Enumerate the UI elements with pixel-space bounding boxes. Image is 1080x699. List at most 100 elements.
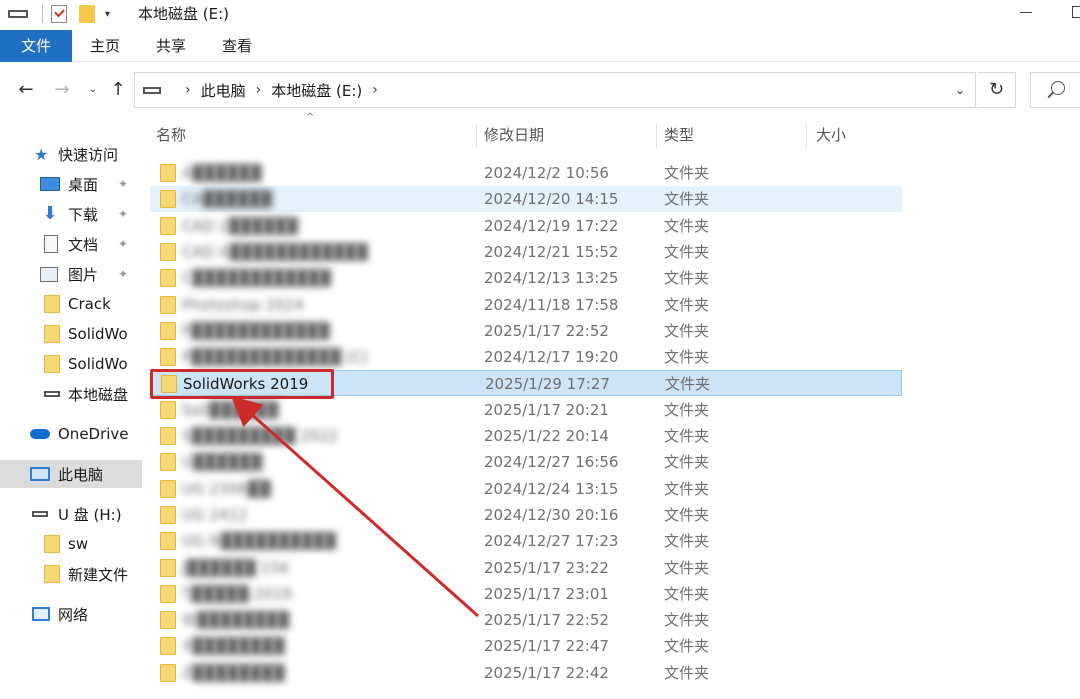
table-row[interactable]: Z████████ 2025/1/17 22:42 文件夹 bbox=[150, 660, 902, 686]
back-button[interactable]: ← bbox=[14, 76, 38, 104]
pin-icon[interactable]: ✦ bbox=[118, 177, 128, 191]
folder-icon bbox=[160, 427, 176, 445]
customize-toolbar-icon[interactable]: ▾ bbox=[105, 9, 110, 20]
file-modified-date: 2025/1/17 22:52 bbox=[484, 611, 609, 629]
address-bar[interactable]: › 此电脑 › 本地磁盘 (E:) › ⌄ bbox=[134, 72, 976, 108]
sidebar-item-network[interactable]: 网络 bbox=[0, 600, 142, 628]
file-name: P█████████████ (C) bbox=[182, 348, 368, 366]
table-row[interactable]: Photoshop 2024 2024/11/18 17:58 文件夹 bbox=[150, 292, 902, 318]
window-title: 本地磁盘 (E:) bbox=[138, 5, 230, 23]
tab-file[interactable]: 文件 bbox=[0, 30, 72, 62]
drive-icon bbox=[143, 86, 161, 94]
sidebar-item-crack[interactable]: Crack bbox=[0, 290, 142, 318]
file-modified-date: 2025/1/17 20:21 bbox=[484, 401, 609, 419]
file-name: J██████ 156 bbox=[182, 559, 290, 577]
file-modified-date: 2024/11/18 17:58 bbox=[484, 296, 619, 314]
table-row[interactable]: S█████████ 2022 2025/1/22 20:14 文件夹 bbox=[150, 423, 902, 449]
column-header-size[interactable]: 大小 bbox=[816, 118, 896, 152]
folder-icon bbox=[160, 585, 176, 603]
sidebar-item-desktop[interactable]: 桌面 ✦ bbox=[0, 170, 142, 198]
recent-locations-button[interactable]: ⌄ bbox=[86, 76, 100, 104]
folder-icon bbox=[160, 296, 176, 314]
navigation-pane: ★ 快速访问 桌面 ✦ ⬇ 下载 ✦ 文档 ✦ 图片 ✦ Crack Solid… bbox=[0, 136, 142, 699]
table-row[interactable]: P█████████████ (C) 2024/12/17 19:20 文件夹 bbox=[150, 344, 902, 370]
sidebar-item-label: 本地磁盘 bbox=[68, 385, 129, 404]
table-row[interactable]: A██████ 2024/12/2 10:56 文件夹 bbox=[150, 160, 902, 186]
new-folder-icon[interactable] bbox=[79, 5, 95, 23]
table-row[interactable]: P████████████ 2025/1/17 22:52 文件夹 bbox=[150, 318, 902, 344]
column-header-type[interactable]: 类型 bbox=[664, 118, 804, 152]
folder-icon bbox=[44, 565, 60, 583]
breadcrumb-separator[interactable]: › bbox=[372, 82, 378, 98]
forward-button[interactable]: → bbox=[50, 76, 74, 104]
sidebar-item-usb-drive[interactable]: U 盘 (H:) bbox=[0, 500, 142, 528]
file-type: 文件夹 bbox=[664, 322, 710, 340]
up-button[interactable]: ↑ bbox=[106, 76, 130, 104]
table-row[interactable]: J██████ 156 2025/1/17 23:22 文件夹 bbox=[150, 555, 902, 581]
properties-icon[interactable] bbox=[51, 5, 67, 23]
folder-icon bbox=[44, 355, 60, 373]
table-row[interactable]: CAD 2██████ 2024/12/19 17:22 文件夹 bbox=[150, 213, 902, 239]
sidebar-item-label: 文档 bbox=[68, 235, 99, 254]
table-row[interactable]: UG N██████████ 2024/12/27 17:23 文件夹 bbox=[150, 528, 902, 554]
column-header-name[interactable]: 名称 bbox=[156, 118, 476, 152]
pin-icon[interactable]: ✦ bbox=[118, 237, 128, 251]
drive-icon[interactable] bbox=[8, 10, 28, 18]
breadcrumb-separator[interactable]: › bbox=[256, 82, 262, 98]
folder-icon bbox=[160, 664, 176, 682]
sidebar-item-new-folder[interactable]: 新建文件 bbox=[0, 560, 142, 588]
file-name: UG 2306██ bbox=[182, 480, 271, 498]
file-modified-date: 2024/12/27 17:23 bbox=[484, 532, 619, 550]
search-input[interactable] bbox=[1030, 72, 1080, 108]
table-row[interactable]: T█████ 2019 2025/1/17 23:01 文件夹 bbox=[150, 581, 902, 607]
breadcrumb-local-disk[interactable]: 本地磁盘 (E:) bbox=[271, 80, 362, 101]
table-row[interactable]: C████████████ 2024/12/13 13:25 文件夹 bbox=[150, 265, 902, 291]
usb-drive-icon bbox=[32, 511, 48, 517]
refresh-button[interactable]: ↻ bbox=[978, 72, 1016, 108]
file-type: 文件夹 bbox=[664, 611, 710, 629]
table-row[interactable]: UG 2412 2024/12/30 20:16 文件夹 bbox=[150, 502, 902, 528]
chevron-down-icon[interactable]: ⌄ bbox=[951, 79, 969, 101]
table-row[interactable]: U██████ 2024/12/27 16:56 文件夹 bbox=[150, 449, 902, 475]
file-type: 文件夹 bbox=[664, 506, 710, 524]
column-divider[interactable] bbox=[656, 124, 657, 148]
pin-icon[interactable]: ✦ bbox=[118, 207, 128, 221]
sidebar-item-quick-access[interactable]: ★ 快速访问 bbox=[0, 140, 142, 168]
quick-access-toolbar: ▾ bbox=[8, 2, 120, 26]
network-icon bbox=[32, 607, 50, 621]
tab-home[interactable]: 主页 bbox=[88, 30, 122, 62]
table-row-selected[interactable]: SolidWorks 2019 2025/1/29 17:27 文件夹 bbox=[150, 370, 902, 396]
file-type: 文件夹 bbox=[664, 243, 710, 261]
column-header-modified[interactable]: 修改日期 bbox=[484, 118, 654, 152]
folder-icon bbox=[160, 217, 176, 235]
file-type: 文件夹 bbox=[664, 480, 710, 498]
sidebar-item-solidworks-2[interactable]: SolidWo bbox=[0, 350, 142, 378]
table-row[interactable]: W████████ 2025/1/17 22:52 文件夹 bbox=[150, 607, 902, 633]
pin-icon[interactable]: ✦ bbox=[118, 267, 128, 281]
sidebar-item-downloads[interactable]: ⬇ 下载 ✦ bbox=[0, 200, 142, 228]
sidebar-item-documents[interactable]: 文档 ✦ bbox=[0, 230, 142, 258]
file-name: U██████ bbox=[182, 453, 263, 471]
star-icon: ★ bbox=[34, 144, 49, 164]
sidebar-item-pictures[interactable]: 图片 ✦ bbox=[0, 260, 142, 288]
folder-icon bbox=[160, 453, 176, 471]
sidebar-item-onedrive[interactable]: OneDrive bbox=[0, 420, 142, 448]
table-row[interactable]: Soli██████ 2025/1/17 20:21 文件夹 bbox=[150, 397, 902, 423]
tab-view[interactable]: 查看 bbox=[220, 30, 254, 62]
sidebar-item-local-disk[interactable]: 本地磁盘 bbox=[0, 380, 142, 408]
sidebar-item-this-pc[interactable]: 此电脑 bbox=[0, 460, 142, 488]
maximize-button[interactable] bbox=[1072, 6, 1080, 18]
table-row[interactable]: CA██████ 2024/12/20 14:15 文件夹 bbox=[150, 186, 902, 212]
file-name: SolidWorks 2019 bbox=[183, 375, 309, 393]
table-row[interactable]: UG 2306██ 2024/12/24 13:15 文件夹 bbox=[150, 476, 902, 502]
table-row[interactable]: CAD A████████████ 2024/12/21 15:52 文件夹 bbox=[150, 239, 902, 265]
minimize-button[interactable] bbox=[1020, 12, 1032, 13]
column-divider[interactable] bbox=[476, 124, 477, 148]
column-divider[interactable] bbox=[806, 124, 807, 148]
sidebar-item-sw[interactable]: sw bbox=[0, 530, 142, 558]
breadcrumb-this-pc[interactable]: 此电脑 bbox=[201, 80, 246, 101]
table-row[interactable]: X████████ 2025/1/17 22:47 文件夹 bbox=[150, 633, 902, 659]
breadcrumb-separator[interactable]: › bbox=[185, 82, 191, 98]
sidebar-item-solidworks-1[interactable]: SolidWo bbox=[0, 320, 142, 348]
tab-share[interactable]: 共享 bbox=[154, 30, 188, 62]
